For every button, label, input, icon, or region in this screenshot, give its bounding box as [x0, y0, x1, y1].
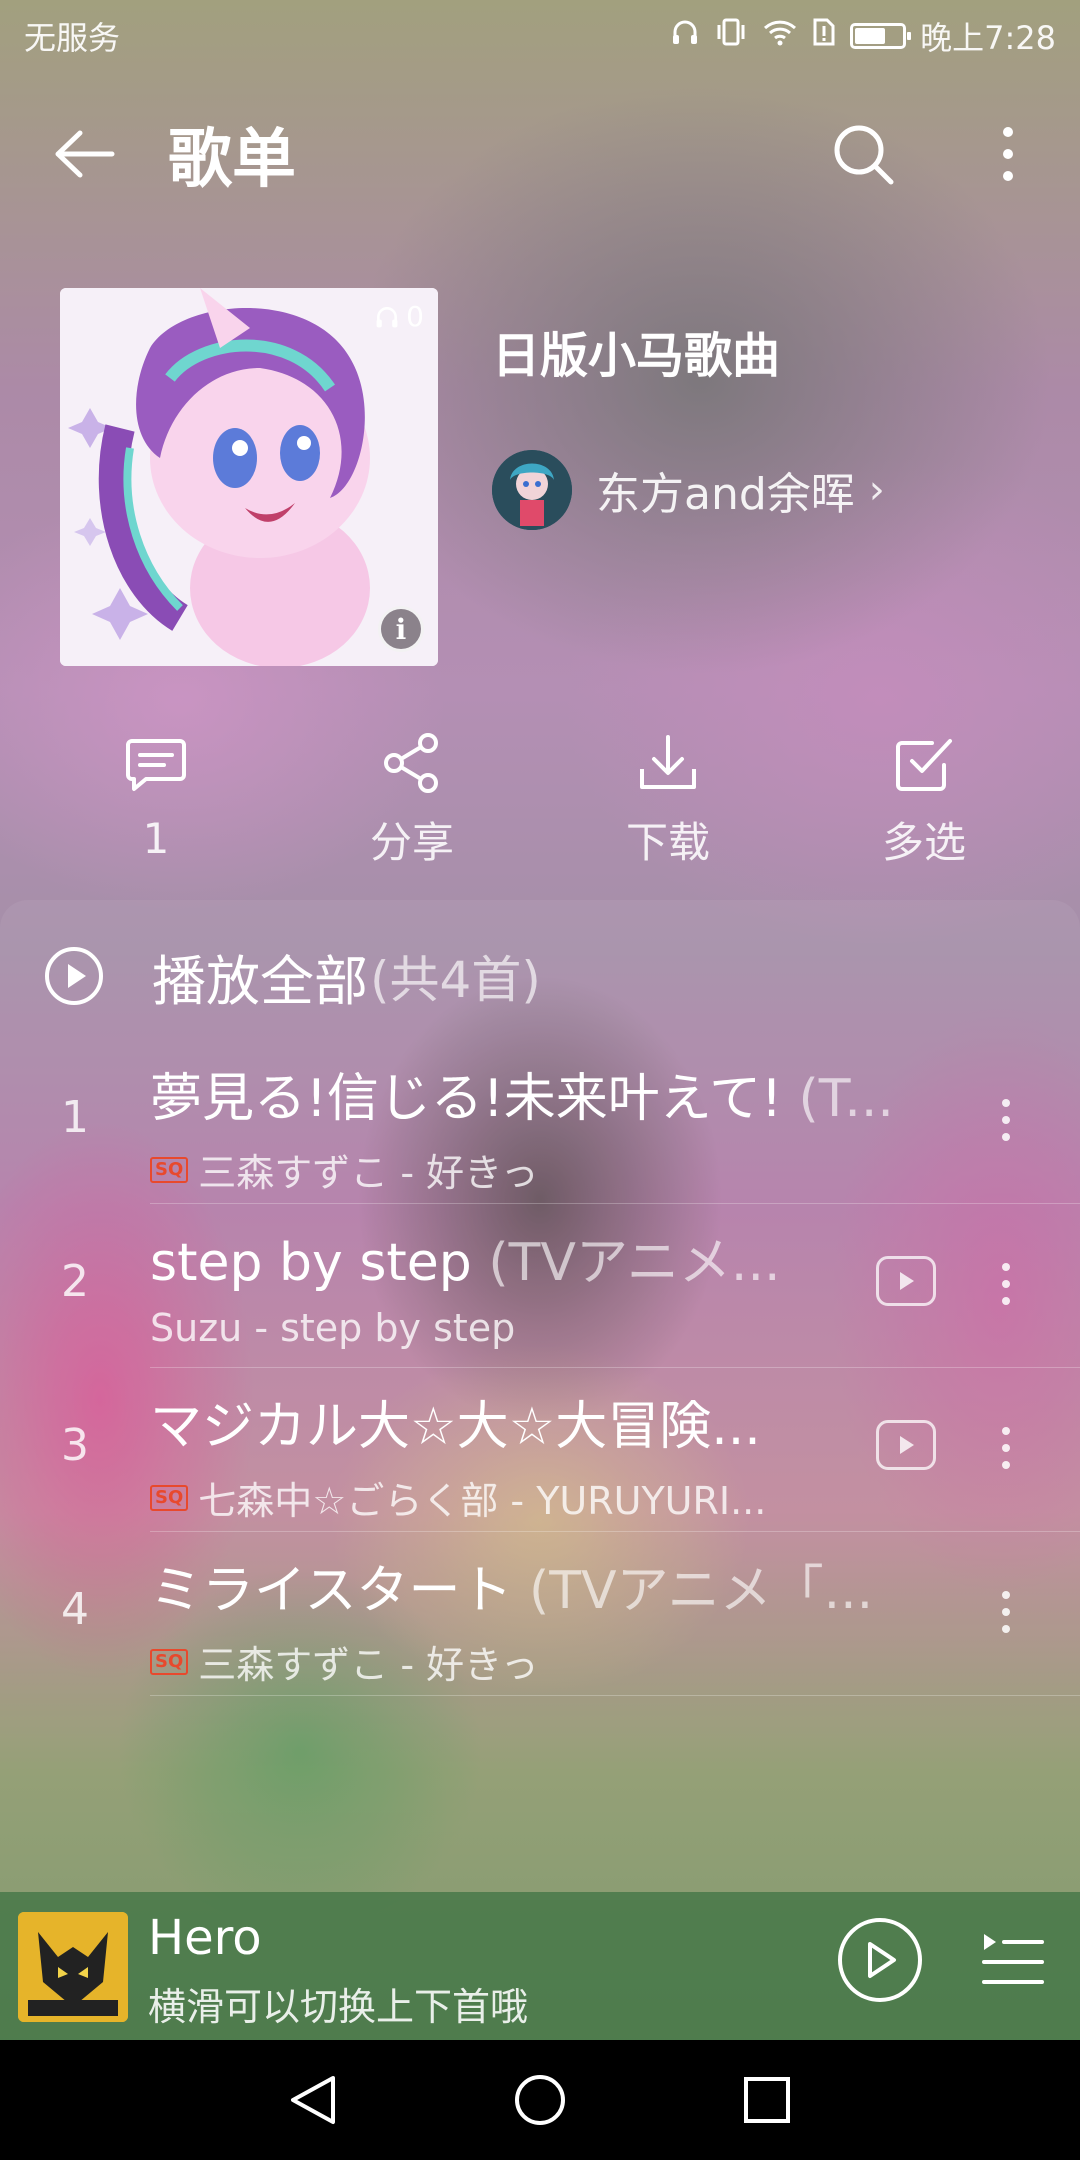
track-artist-album: 七森中☆ごらく部 - YURUYURI... [198, 1479, 767, 1523]
now-playing-artwork [18, 1912, 128, 2022]
status-bar: 无服务 晚上7:28 [0, 0, 1080, 72]
track-artist-album: Suzu - step by step [150, 1306, 516, 1350]
sq-badge: SQ [150, 1156, 189, 1183]
mv-button[interactable] [876, 1256, 936, 1306]
playlist-queue-button[interactable] [980, 1930, 1046, 1990]
play-circle-icon [42, 944, 106, 1008]
share-icon [377, 730, 447, 795]
headphones-icon [670, 17, 700, 55]
creator-link[interactable]: 东方and余晖 › [492, 448, 885, 532]
track-title-main: 夢見る!信じる!未来叶えて! [150, 1069, 782, 1129]
track-title: マジカル大☆大☆大冒険... [150, 1384, 850, 1459]
sq-badge: SQ [150, 1484, 189, 1511]
nav-recents-button[interactable] [732, 2065, 802, 2135]
video-play-icon [900, 1436, 914, 1454]
multi-select-icon [889, 730, 959, 795]
track-row[interactable]: 4 ミライスタート (TVアニメ「... SQ 三森すずこ - 好きっ [0, 1532, 1080, 1696]
play-all-row[interactable]: 播放全部 (共4首) [0, 916, 1080, 1036]
track-row[interactable]: 1 夢見る!信じる!未来叶えて! (T... SQ 三森すずこ - 好きっ [0, 1040, 1080, 1204]
now-playing-title: Hero [148, 1910, 262, 1966]
system-nav-bar [0, 2040, 1080, 2160]
mini-player[interactable]: Hero 横滑可以切换上下首哦 [0, 1892, 1080, 2040]
square-recents-icon [743, 2077, 790, 2123]
comment-count: 1 [142, 814, 170, 863]
track-subtitle-line: Suzu - step by step [150, 1306, 850, 1350]
track-number: 4 [61, 1584, 89, 1635]
track-number: 1 [61, 1092, 89, 1143]
track-subtitle-line: SQ 三森すずこ - 好きっ [150, 1142, 850, 1197]
track-artist-album: 三森すずこ - 好きっ [198, 1643, 539, 1687]
headphones-icon [376, 306, 398, 327]
track-count: (共4首) [370, 951, 541, 1009]
comment-icon [121, 730, 191, 800]
nav-back-button[interactable] [278, 2065, 348, 2135]
multi-select-button[interactable]: 多选 [796, 730, 1052, 870]
playlist-title: 日版小马歌曲 [492, 328, 781, 384]
creator-avatar [492, 450, 572, 530]
info-icon[interactable]: i [378, 606, 424, 652]
chevron-right-icon: › [868, 467, 885, 513]
download-button[interactable]: 下载 [540, 730, 796, 870]
share-label: 分享 [369, 818, 454, 867]
mv-button[interactable] [876, 1420, 936, 1470]
track-title-main: ミライスタート [150, 1561, 513, 1621]
track-artist-album: 三森すずこ - 好きっ [198, 1151, 539, 1195]
circle-home-icon [514, 2075, 565, 2125]
track-title-main: マジカル大☆大☆大冒険... [150, 1397, 761, 1457]
cover-artwork [60, 288, 438, 666]
track-more-button[interactable] [986, 1408, 1026, 1488]
track-title: 夢見る!信じる!未来叶えて! (T... [150, 1056, 950, 1131]
clock-label: 晚上7:28 [920, 19, 1056, 57]
app-header: 歌单 [0, 90, 1080, 210]
track-more-button[interactable] [986, 1244, 1026, 1324]
back-arrow-icon [55, 130, 115, 178]
queue-icon [982, 1934, 1044, 1984]
track-row[interactable]: 2 step by step (TVアニメ... Suzu - step by … [0, 1204, 1080, 1368]
creator-name: 东方and余晖 [596, 469, 855, 520]
sq-badge: SQ [150, 1648, 189, 1675]
divider [150, 1695, 1080, 1696]
vibrate-icon [714, 17, 748, 55]
comment-button[interactable]: 1 [28, 730, 284, 870]
play-pause-button[interactable] [838, 1918, 922, 2002]
nav-home-button[interactable] [505, 2065, 575, 2135]
more-options-button[interactable] [968, 114, 1048, 194]
track-title-extra: (T... [781, 1069, 894, 1129]
download-label: 下载 [625, 818, 710, 867]
track-title: ミライスタート (TVアニメ「... [150, 1548, 950, 1623]
download-icon [633, 730, 703, 795]
track-subtitle-line: SQ 七森中☆ごらく部 - YURUYURI... [150, 1470, 850, 1525]
share-button[interactable]: 分享 [284, 730, 540, 870]
action-row: 1 分享 下载 多选 [0, 730, 1080, 870]
play-all-label: 播放全部 [152, 949, 368, 1013]
track-number: 3 [61, 1420, 89, 1471]
track-more-button[interactable] [986, 1080, 1026, 1160]
track-more-button[interactable] [986, 1572, 1026, 1652]
wifi-icon [762, 17, 798, 55]
search-icon [834, 125, 894, 185]
play-icon [868, 1942, 896, 1978]
track-number: 2 [61, 1256, 89, 1307]
more-vertical-icon [1003, 127, 1013, 181]
track-title-main: step by step [150, 1233, 472, 1293]
play-count: 0 [374, 300, 424, 333]
battery-icon [850, 23, 912, 49]
back-button[interactable] [44, 114, 124, 194]
track-row[interactable]: 3 マジカル大☆大☆大冒険... SQ 七森中☆ごらく部 - YURUYURI..… [0, 1368, 1080, 1532]
track-subtitle-line: SQ 三森すずこ - 好きっ [150, 1634, 850, 1689]
track-title: step by step (TVアニメ... [150, 1220, 800, 1295]
track-title-extra: (TVアニメ「... [512, 1561, 874, 1621]
triangle-back-icon [291, 2076, 336, 2124]
swipe-hint: 横滑可以切换上下首哦 [148, 1985, 529, 2029]
play-count-value: 0 [406, 300, 424, 333]
page-title: 歌单 [168, 123, 296, 197]
carrier-label: 无服务 [24, 19, 121, 57]
track-title-extra: (TVアニメ... [471, 1233, 781, 1293]
multi-select-label: 多选 [881, 818, 966, 867]
playlist-cover[interactable]: 0 i [60, 288, 438, 666]
search-button[interactable] [820, 114, 906, 194]
video-play-icon [900, 1272, 914, 1290]
sim-alert-icon [812, 17, 836, 55]
